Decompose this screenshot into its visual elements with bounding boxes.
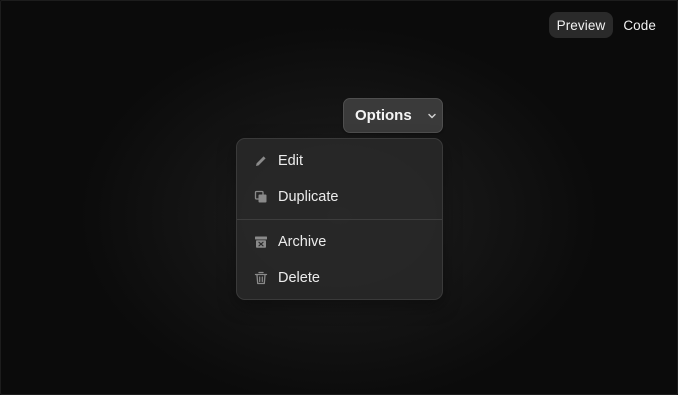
menu-item-label: Edit [278, 153, 303, 169]
tab-code[interactable]: Code [615, 12, 664, 38]
pencil-icon [254, 154, 268, 168]
archive-icon [254, 235, 268, 249]
menu-item-archive[interactable]: Archive [241, 224, 438, 260]
menu-item-label: Delete [278, 270, 320, 286]
menu-item-edit[interactable]: Edit [241, 143, 438, 179]
menu-item-duplicate[interactable]: Duplicate [241, 179, 438, 215]
tab-preview[interactable]: Preview [548, 12, 614, 38]
options-button[interactable]: Options [343, 98, 443, 133]
preview-canvas: Preview Code Options Edit Duplicate Arch… [0, 0, 678, 395]
menu-item-label: Archive [278, 234, 327, 250]
menu-divider [237, 219, 442, 220]
menu-item-label: Duplicate [278, 189, 339, 205]
options-button-label: Options [355, 107, 412, 124]
copy-icon [254, 190, 268, 204]
chevron-down-icon [426, 110, 438, 122]
options-menu: Edit Duplicate Archive Delete [236, 138, 443, 300]
menu-item-delete[interactable]: Delete [241, 260, 438, 296]
view-toggle: Preview Code [548, 12, 664, 38]
trash-icon [254, 271, 268, 285]
